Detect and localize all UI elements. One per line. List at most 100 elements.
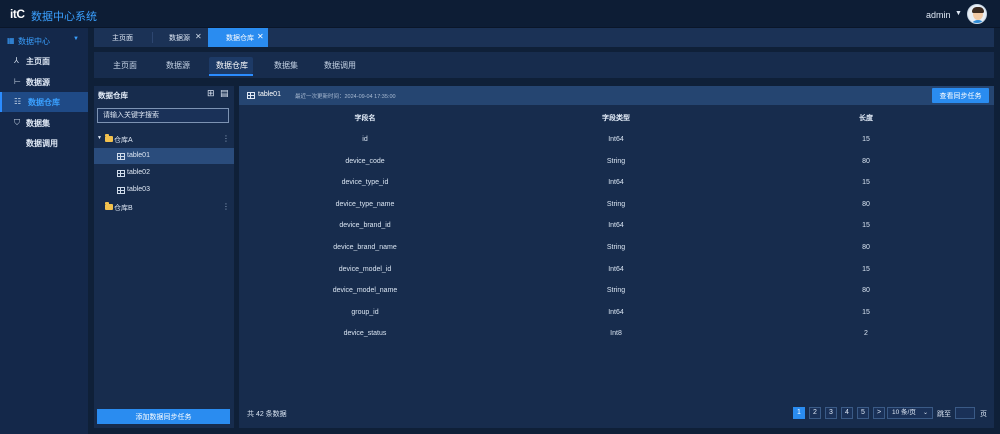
sidebar-item-label: 主页面	[26, 57, 50, 66]
branch-icon: ⊢	[14, 77, 21, 86]
user-icon: ⅄	[14, 56, 19, 65]
jump-unit: 页	[980, 411, 987, 418]
cell-length: 80	[862, 157, 870, 165]
table-row: device_model_id Int64 15	[239, 259, 994, 281]
page-size-select[interactable]: 10 条/页 ⌄	[887, 407, 933, 419]
page-button[interactable]: 5	[857, 407, 869, 419]
sidebar-item-datasource[interactable]: ⊢ 数据源	[0, 72, 88, 92]
cell-field-type: Int64	[608, 222, 624, 230]
cell-length: 15	[862, 308, 870, 316]
sidebar-group-data-center[interactable]: ▦ 数据中心 ▼	[0, 32, 88, 50]
view-sync-task-button[interactable]: 查看同步任务	[932, 88, 989, 103]
sub-tab-data-call[interactable]: 数据调用	[324, 60, 356, 71]
add-sync-task-button[interactable]: 添加数据同步任务	[97, 409, 230, 424]
jump-label: 跳至	[937, 411, 951, 418]
page-button[interactable]: 1	[793, 407, 805, 419]
table-row: device_model_name String 80	[239, 280, 994, 302]
tree-node-table03[interactable]: table03	[94, 182, 234, 198]
tab-datasource[interactable]: 数据源 ✕	[153, 28, 207, 47]
cell-field-type: String	[606, 157, 626, 165]
cell-field-type: String	[606, 200, 626, 208]
cell-length: 80	[862, 200, 870, 208]
table-icon	[117, 170, 125, 177]
warehouse-panel: 数据仓库 ⊞ ▤ ▼ 仓库A ⋮ table01 table02 table03…	[94, 86, 234, 428]
jump-page-input[interactable]	[955, 407, 975, 419]
table-row: device_type_id Int64 15	[239, 172, 994, 194]
close-icon[interactable]: ✕	[195, 32, 202, 41]
tree-node-table02[interactable]: table02	[94, 165, 234, 181]
sidebar-item-dataset[interactable]: ⛉ 数据集	[0, 113, 88, 133]
tree-node-label: table03	[127, 186, 150, 193]
sub-tab-home[interactable]: 主页面	[113, 60, 137, 71]
page-button[interactable]: 4	[841, 407, 853, 419]
sidebar-item-warehouse[interactable]: ☷ 数据仓库	[0, 92, 88, 112]
table-row: device_code String 80	[239, 151, 994, 173]
page-button[interactable]: 2	[809, 407, 821, 419]
page-button[interactable]: 3	[825, 407, 837, 419]
cell-field-name: device_code	[345, 157, 385, 165]
cell-length: 15	[862, 179, 870, 187]
tree-node-label: 仓库A	[114, 137, 133, 144]
avatar[interactable]	[967, 4, 987, 24]
sidebar-item-label: 数据调用	[26, 139, 58, 148]
tree-node-label: table01	[127, 152, 150, 159]
cell-field-type: Int64	[608, 265, 624, 273]
sub-tab-datasource[interactable]: 数据源	[166, 60, 190, 71]
caret-down-icon[interactable]: ▼	[97, 135, 102, 141]
search-input[interactable]	[97, 108, 229, 123]
tab-label: 数据仓库	[226, 35, 254, 42]
tree-node-table01[interactable]: table01	[94, 148, 234, 164]
table-row: device_brand_id Int64 15	[239, 215, 994, 237]
cell-field-name: device_type_id	[341, 179, 389, 187]
column-header-length: 长度	[859, 115, 873, 122]
column-header-field-type: 字段类型	[602, 115, 630, 122]
tab-warehouse[interactable]: 数据仓库 ✕	[208, 28, 268, 47]
more-icon[interactable]: ⋮	[222, 202, 230, 211]
sub-tab-warehouse[interactable]: 数据仓库	[216, 60, 248, 71]
more-icon[interactable]: ⋮	[222, 134, 230, 143]
cell-field-name: device_brand_id	[339, 222, 391, 230]
tab-home[interactable]: 主页面	[94, 28, 152, 47]
tree-node-warehouse-b[interactable]: 仓库B ⋮	[94, 199, 234, 215]
cell-field-type: String	[606, 287, 626, 295]
warehouse-panel-header: 数据仓库 ⊞ ▤	[94, 86, 234, 102]
cell-length: 2	[864, 330, 868, 338]
sidebar-item-data-call[interactable]: 数据调用	[0, 133, 88, 153]
user-name[interactable]: admin	[926, 10, 951, 20]
file-add-icon[interactable]: ▤	[220, 88, 229, 99]
tree-node-warehouse-a[interactable]: ▼ 仓库A ⋮	[94, 131, 234, 147]
tab-label: 主页面	[112, 35, 133, 42]
cell-length: 15	[862, 265, 870, 273]
folder-add-icon[interactable]: ⊞	[207, 88, 215, 99]
folder-icon	[105, 134, 113, 142]
sidebar-item-home[interactable]: ⅄ 主页面	[0, 51, 88, 71]
list-icon: ☷	[14, 97, 22, 106]
cell-length: 80	[862, 244, 870, 251]
folder-icon	[105, 202, 113, 210]
shield-icon: ⛉	[14, 118, 20, 127]
tree-node-label: table02	[127, 169, 150, 176]
cell-field-type: Int64	[608, 308, 624, 316]
cell-length: 15	[862, 136, 870, 143]
page-size-value: 10 条/页	[892, 409, 916, 416]
cell-field-type: Int64	[608, 179, 624, 187]
top-header: itC 数据中心系统 admin ▼	[0, 0, 1000, 28]
sidebar-item-label: 数据集	[26, 119, 50, 128]
cell-length: 80	[862, 287, 870, 295]
next-page-button[interactable]: >	[873, 407, 885, 419]
sidebar-item-label: 数据仓库	[28, 98, 60, 107]
sub-tab-underline	[209, 74, 253, 76]
close-icon[interactable]: ✕	[257, 32, 264, 41]
cell-field-name: device_model_id	[338, 265, 392, 273]
table-detail-panel: table01 最近一次更新时间：2024-09-04 17:35:00 查看同…	[239, 86, 994, 428]
cell-length: 15	[862, 222, 870, 230]
sub-tab-dataset[interactable]: 数据集	[274, 60, 298, 71]
table-row: group_id Int64 15	[239, 302, 994, 324]
cell-field-name: device_model_name	[332, 287, 398, 295]
sidebar-group-label: 数据中心	[18, 37, 50, 46]
caret-down-icon[interactable]: ▼	[955, 10, 962, 17]
table-row: id Int64 15	[239, 129, 994, 151]
panel-title: 数据仓库	[98, 91, 128, 100]
sub-tab-bar: 主页面 数据源 数据仓库 数据集 数据调用	[94, 52, 994, 78]
table-row: device_brand_name String 80	[239, 237, 994, 259]
